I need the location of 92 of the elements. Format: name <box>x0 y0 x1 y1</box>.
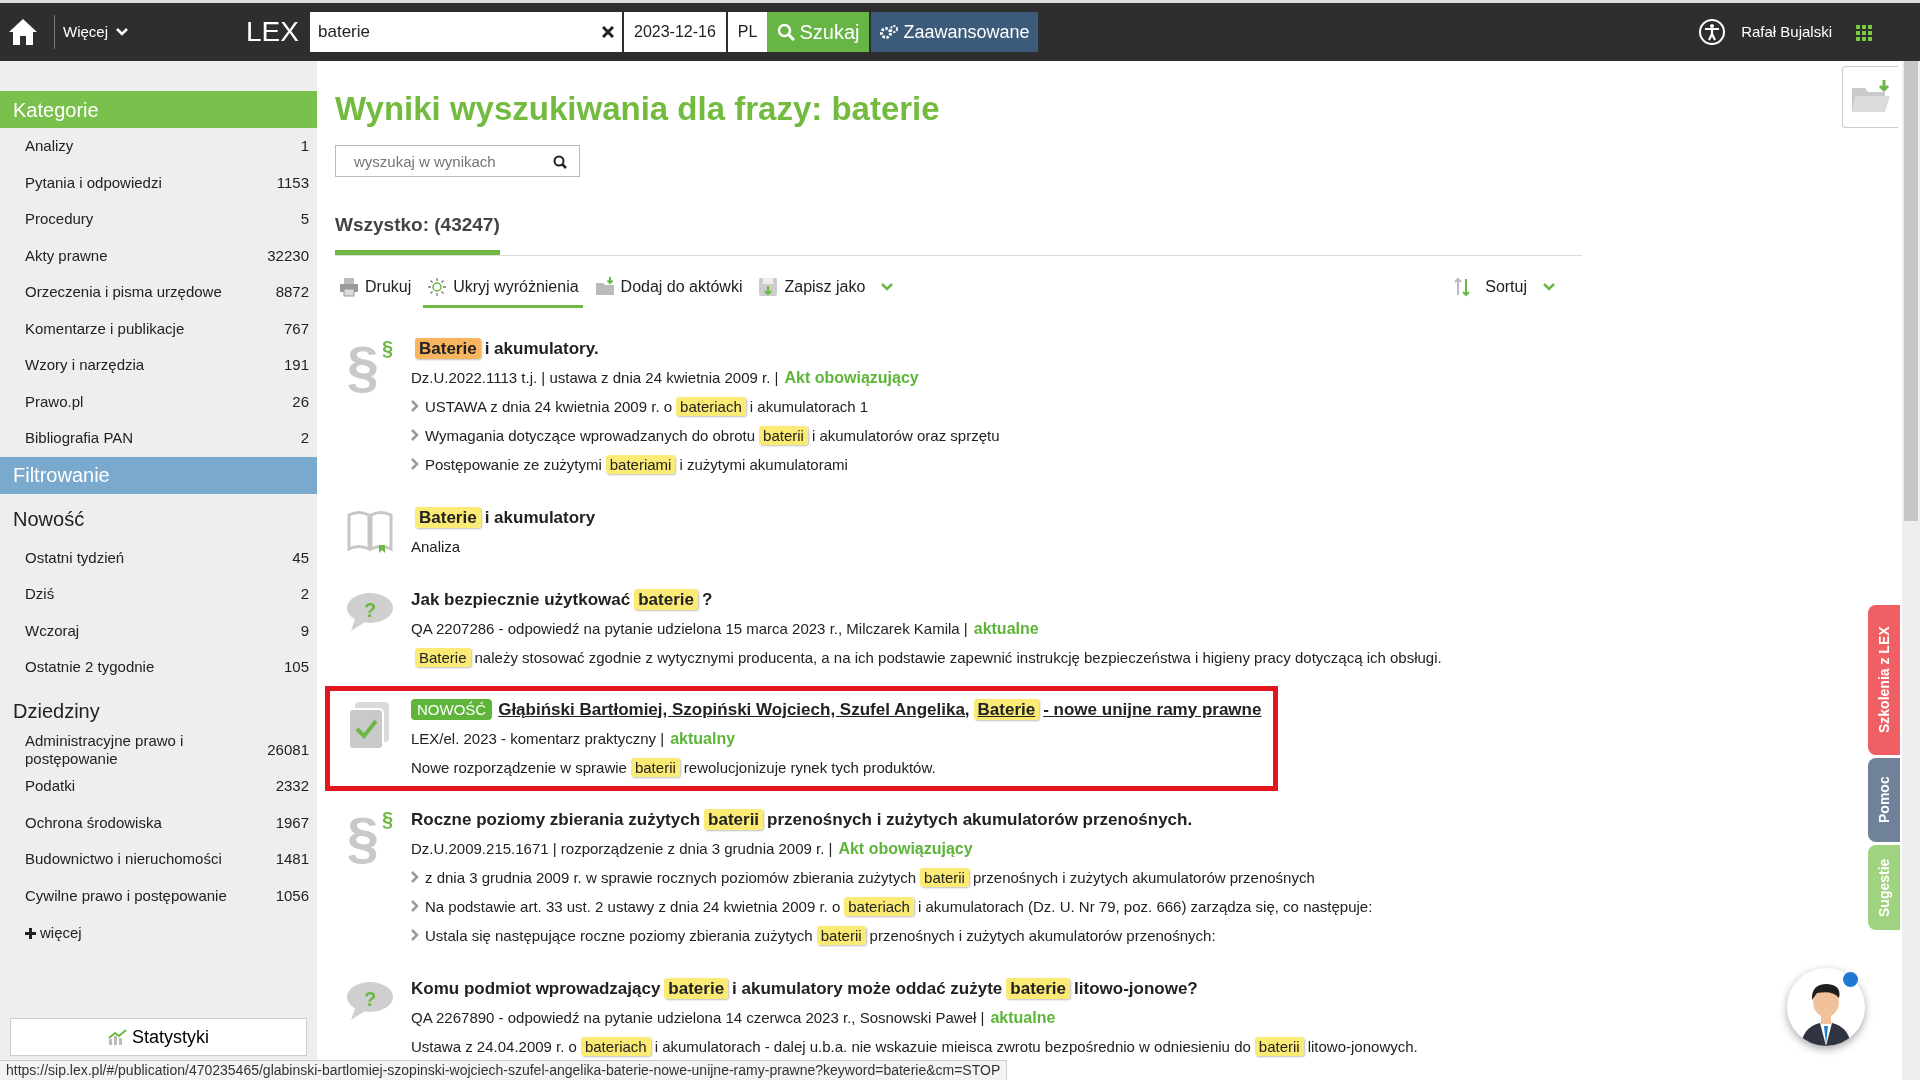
search-icon <box>777 23 796 41</box>
side-tab[interactable]: Pomoc <box>1868 758 1900 842</box>
chart-icon <box>108 1029 128 1045</box>
toolbar-button[interactable]: Zapisz jako <box>754 269 870 308</box>
category-item[interactable]: Bibliografia PAN 2 <box>0 420 317 457</box>
statistics-button[interactable]: Statystyki <box>10 1018 307 1056</box>
category-item[interactable]: Komentarze i publikacje 767 <box>0 310 317 347</box>
filter-item[interactable]: Ostatnie 2 tygodnie 105 <box>0 649 317 686</box>
search-field[interactable]: baterie <box>310 12 594 52</box>
filter-item[interactable]: Budownictwo i nieruchomości 1481 <box>0 841 317 878</box>
home-icon <box>8 18 38 46</box>
category-item[interactable]: Wzory i narzędzia 191 <box>0 347 317 384</box>
advanced-search-button[interactable]: Zaawansowane <box>871 12 1038 52</box>
result-title[interactable]: Jak bezpiecznie użytkować baterie ? <box>411 584 1442 615</box>
result-status: Akt obowiązujący <box>838 839 973 857</box>
sun-icon <box>427 277 448 297</box>
result-status: Akt obowiązujący <box>784 368 919 386</box>
logo: LEX <box>246 15 300 49</box>
filter-item[interactable]: Ochrona środowiska 1967 <box>0 804 317 841</box>
print-icon <box>339 277 359 297</box>
category-item[interactable]: Prawo.pl 26 <box>0 383 317 420</box>
grid-icon <box>1856 24 1872 41</box>
sort-icon <box>1453 277 1472 297</box>
result-status: aktualne <box>973 619 1039 637</box>
fragment-link[interactable]: Na podstawie art. 33 ust. 2 ustawy z dnia 24 kwietnia 2009 r. o bateriach i akumulatorach (Dz. U. Nr 79, poz. 666) zarządza się, co następuje: <box>425 891 1373 921</box>
result-meta: Dz.U.2022.1113 t.j. | ustawa z dnia 24 kwietnia 2009 r. | <box>411 368 779 386</box>
language-selector[interactable]: PL <box>727 12 768 52</box>
result-meta: Analiza <box>411 537 461 555</box>
close-icon <box>602 26 614 38</box>
category-item[interactable]: Pytania i odpowiedzi 1153 <box>0 164 317 201</box>
toolbar-button[interactable]: Dodaj do aktówki <box>590 269 747 308</box>
status-bar-url: https://sip.lex.pl/#/publication/470235465/glabinski-bartlomiej-szopinski-wojciech-szufel-angelika-baterie-nowe-unijne-ramy-prawne?keyword=baterie&cm=STOP <box>0 1060 1008 1080</box>
result-meta: QA 2207286 - odpowiedź na pytanie udzielona 15 marca 2023 r., Milczarek Kamila | <box>411 619 968 637</box>
toolbar-button[interactable]: Drukuj <box>335 269 416 308</box>
fragment-link[interactable]: z dnia 3 grudnia 2009 r. w sprawie rocznych poziomów zbierania zużytych baterii przenośnych i zużytych akumulatorów przenośnych <box>425 862 1315 892</box>
caret-icon <box>881 283 894 291</box>
result-title[interactable]: Baterie i akumulatory. <box>411 333 1000 364</box>
result-status: aktualny <box>670 729 736 747</box>
filter-group-title: Dziedziny <box>12 698 101 724</box>
accessibility-icon <box>1699 19 1726 45</box>
user-menu[interactable]: Rafał Bujalski <box>1741 20 1832 44</box>
category-item[interactable]: Procedury 5 <box>0 201 317 238</box>
result-snippet: Baterie należy stosować zgodnie z wytycznymi producenta, a na ich podstawie zapewnić instrukcję bezpieczeństwa i higieny pracy dotyczącą ich obsługi. <box>411 642 1442 672</box>
folder-icon <box>1850 80 1891 114</box>
filter-item[interactable]: Wczoraj 9 <box>0 612 317 649</box>
filter-item[interactable]: Podatki 2332 <box>0 768 317 805</box>
filter-group-title: Nowość <box>12 506 86 532</box>
filter-item[interactable]: Dziś 2 <box>0 576 317 613</box>
more-menu[interactable]: Więcej <box>63 20 128 44</box>
assistant-avatar[interactable] <box>1787 968 1865 1046</box>
section-sign-icon: §§ <box>346 810 394 865</box>
result-meta: Dz.U.2009.215.1671 | rozporządzenie z dnia 3 grudnia 2009 r. | <box>411 839 833 857</box>
sidebar-heading: Filtrowanie <box>0 456 317 494</box>
category-item[interactable]: Orzeczenia i pisma urzędowe 8872 <box>0 274 317 311</box>
book-icon <box>346 508 394 553</box>
filter-item[interactable]: Administracyjne prawo i postępowanie 26081 <box>0 731 317 768</box>
new-badge: NOWOŚĆ <box>411 698 493 720</box>
scrollbar-thumb[interactable] <box>1904 61 1918 521</box>
section-sign-icon: §§ <box>346 339 394 394</box>
category-item[interactable]: Analizy 1 <box>0 128 317 165</box>
result-meta: QA 2267890 - odpowiedź na pytanie udzielona 14 czerwca 2023 r., Sosnowski Paweł | <box>411 1008 985 1026</box>
result-snippet: Nowe rozporządzenie w sprawie baterii rewolucjonizuje rynek tych produktów. <box>411 756 936 779</box>
plus-icon <box>25 927 36 939</box>
fragment-link[interactable]: Postępowanie ze zużytymi bateriami i zużytymi akumulatorami <box>425 449 848 479</box>
result-meta: LEX/el. 2023 - komentarz praktyczny | <box>411 729 665 747</box>
scrollbar[interactable] <box>1902 61 1920 1080</box>
result-title[interactable]: Komu podmiot wprowadzający baterie i akumulatory może oddać zużyte baterie litowo-jonowe? <box>411 973 1418 1004</box>
filter-item[interactable]: Cywilne prawo i postępowanie 1056 <box>0 877 317 914</box>
clear-button[interactable] <box>594 12 622 52</box>
result-status: aktualne <box>990 1008 1056 1026</box>
result-title[interactable]: Baterie i akumulatory <box>411 502 596 533</box>
fragment-link[interactable]: USTAWA z dnia 24 kwietnia 2009 r. o bateriach i akumulatorach 1 <box>425 391 869 421</box>
more-link[interactable]: więcej <box>0 914 317 953</box>
caret-icon <box>116 28 128 36</box>
date-field[interactable]: 2023-12-16 <box>624 12 726 52</box>
category-item[interactable]: Akty prawne 32230 <box>0 237 317 274</box>
save-icon <box>758 277 779 297</box>
accessibility-button[interactable] <box>1699 19 1726 45</box>
sort-button[interactable]: Sortuj <box>1449 269 1531 308</box>
result-snippet: Ustawa z 24.04.2009 r. o bateriach i akumulatorach - dalej u.b.a. nie wskazuie mieisca zwrotu bezpośrednio w odniesieniu do baterii litowo-jonowych. <box>411 1035 1418 1058</box>
sidebar-heading: Kategorie <box>0 91 317 128</box>
home-button[interactable] <box>8 18 38 46</box>
toolbar-button[interactable]: Ukryj wyróżnienia <box>423 269 583 308</box>
page-title: Wyniki wyszukiwania dla frazy: baterie <box>335 89 940 129</box>
result-title[interactable]: Roczne poziomy zbierania zużytych baterii przenośnych i zużytych akumulatorów przenośnych. <box>411 804 1373 835</box>
folder-add-icon <box>594 277 615 297</box>
result-title-link[interactable]: Głąbiński Bartłomiej, Szopiński Wojciech, Szufel Angelika, Baterie - nowe unijne ramy prawne <box>498 699 1262 719</box>
filter-item[interactable]: Ostatni tydzień 45 <box>0 539 317 576</box>
caret-icon <box>1543 283 1555 291</box>
results-tab[interactable]: Wszystko: (43247) <box>335 207 500 255</box>
fragment-link[interactable]: Ustala się następujące roczne poziomy zbierania zużytych baterii przenośnych i zużytych akumulatorów przenośnych: <box>425 920 1216 950</box>
fragment-link[interactable]: Wymagania dotyczące wprowadzanych do obrotu baterii i akumulatorów oraz sprzętu <box>425 420 1000 450</box>
